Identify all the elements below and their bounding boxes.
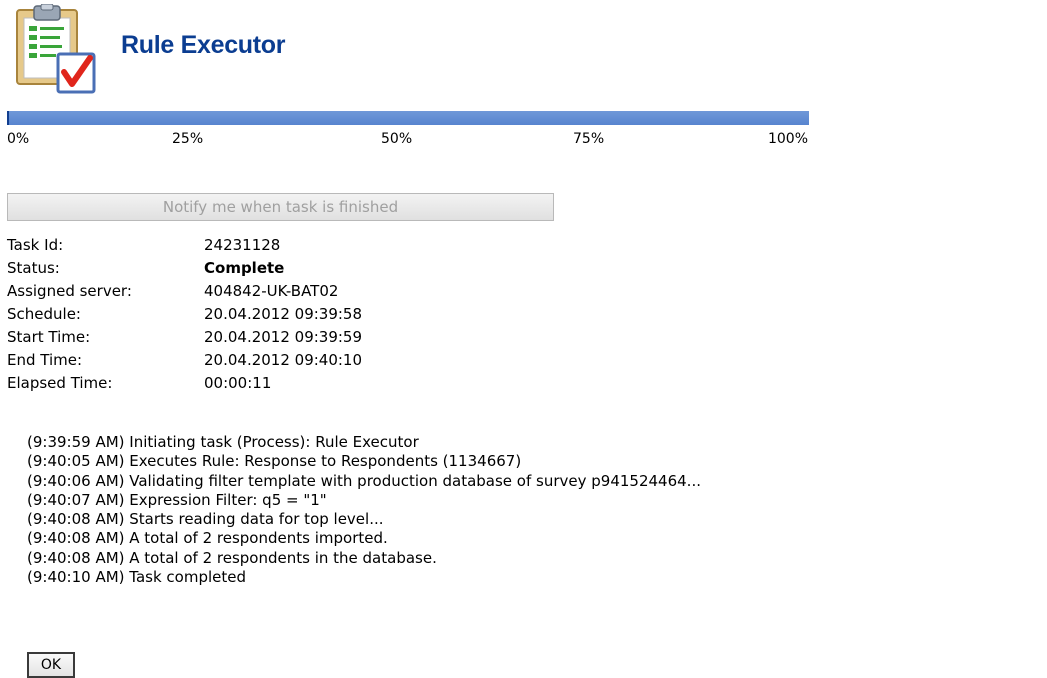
task-id-value: 24231128 xyxy=(204,235,281,254)
task-info-row: Start Time: 20.04.2012 09:39:59 xyxy=(7,325,362,348)
progress-label-50: 50% xyxy=(381,131,413,147)
elapsed-time-value: 00:00:11 xyxy=(204,373,272,392)
task-info-row: Assigned server: 404842-UK-BAT02 xyxy=(7,279,362,302)
log-line: (9:40:07 AM) Expression Filter: q5 = "1" xyxy=(27,490,327,509)
start-time-value: 20.04.2012 09:39:59 xyxy=(204,327,363,346)
task-info-row: Task Id: 24231128 xyxy=(7,233,362,256)
task-log: (9:39:59 AM) Initiating task (Process): … xyxy=(27,433,701,587)
assigned-server-value: 404842-UK-BAT02 xyxy=(204,281,339,300)
schedule-value: 20.04.2012 09:39:58 xyxy=(204,304,363,323)
end-time-label: End Time: xyxy=(7,350,83,369)
progress-scale: 0% 25% 50% 75% 100% xyxy=(7,131,808,151)
task-info-row: Schedule: 20.04.2012 09:39:58 xyxy=(7,302,362,325)
start-time-label: Start Time: xyxy=(7,327,91,346)
notify-when-finished-button[interactable]: Notify me when task is finished xyxy=(7,193,554,221)
page-title: Rule Executor xyxy=(121,31,286,59)
log-line: (9:40:05 AM) Executes Rule: Response to … xyxy=(27,452,522,471)
task-info-row: End Time: 20.04.2012 09:40:10 xyxy=(7,348,362,371)
status-value: Complete xyxy=(204,258,285,277)
progress-fill xyxy=(7,111,809,125)
task-id-label: Task Id: xyxy=(7,235,64,254)
clipboard-checklist-icon xyxy=(14,3,98,96)
end-time-value: 20.04.2012 09:40:10 xyxy=(204,350,363,369)
task-info-table: Task Id: 24231128 Status: Complete Assig… xyxy=(7,233,362,394)
status-label: Status: xyxy=(7,258,60,277)
progress-label-75: 75% xyxy=(573,131,605,147)
log-line: (9:40:10 AM) Task completed xyxy=(27,568,246,587)
task-info-row: Elapsed Time: 00:00:11 xyxy=(7,371,362,394)
ok-button[interactable]: OK xyxy=(27,652,75,678)
progress-label-0: 0% xyxy=(7,131,30,147)
progress-start-tick xyxy=(7,111,9,125)
task-info-row: Status: Complete xyxy=(7,256,362,279)
schedule-label: Schedule: xyxy=(7,304,81,323)
log-line: (9:39:59 AM) Initiating task (Process): … xyxy=(27,433,419,451)
log-line: (9:40:08 AM) Starts reading data for top… xyxy=(27,510,384,529)
elapsed-time-label: Elapsed Time: xyxy=(7,373,113,392)
progress-label-100: 100% xyxy=(767,131,808,147)
log-line: (9:40:08 AM) A total of 2 respondents im… xyxy=(27,529,388,548)
log-line: (9:40:06 AM) Validating filter template … xyxy=(27,471,701,490)
log-line: (9:40:08 AM) A total of 2 respondents in… xyxy=(27,548,437,567)
progress-bar xyxy=(7,111,809,125)
assigned-server-label: Assigned server: xyxy=(7,281,132,300)
progress-label-25: 25% xyxy=(172,131,204,147)
